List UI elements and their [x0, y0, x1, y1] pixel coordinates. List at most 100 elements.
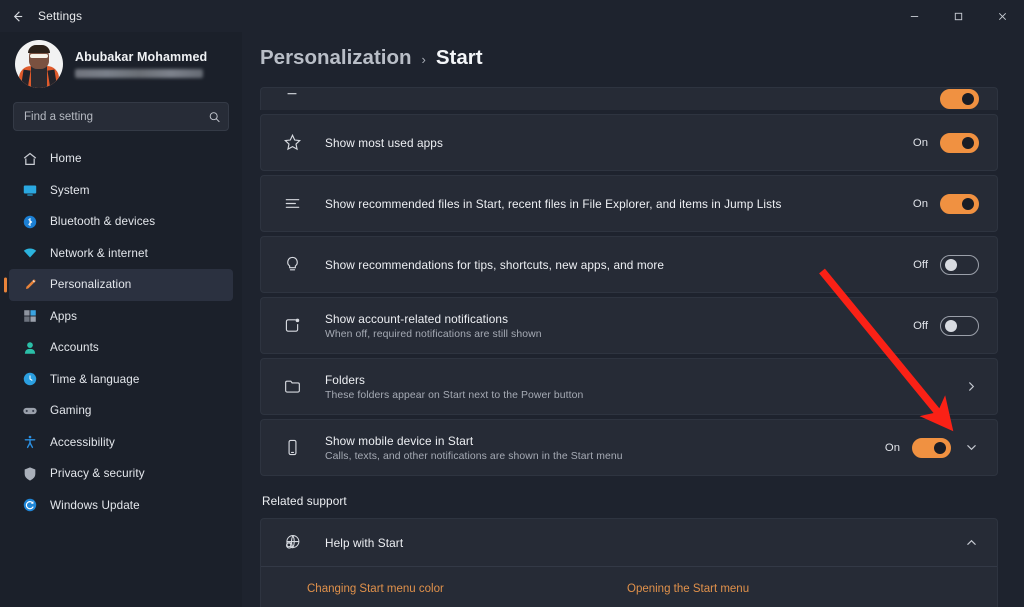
breadcrumb: Personalization › Start [260, 32, 998, 87]
sidebar-item-accounts[interactable]: Accounts [9, 332, 233, 364]
setting-state-label: Off [913, 320, 928, 332]
sidebar-item-time-language[interactable]: Time & language [9, 364, 233, 396]
maximize-button[interactable] [936, 0, 980, 32]
bluetooth-icon [21, 213, 39, 231]
setting-row-show-most-used-apps[interactable]: Show most used apps On [260, 114, 998, 171]
setting-state-label: On [913, 198, 928, 210]
sidebar-item-home[interactable]: Home [9, 143, 233, 175]
sidebar-item-label: Home [50, 152, 82, 165]
back-button[interactable] [0, 0, 34, 32]
setting-row-show-recommended-files[interactable]: Show recommended files in Start, recent … [260, 175, 998, 232]
settings-window: Settings Abubak [0, 0, 1024, 607]
chevron-right-icon [963, 381, 979, 392]
list-icon [281, 193, 303, 215]
window-title: Settings [38, 9, 82, 23]
accessibility-icon [21, 433, 39, 451]
related-support-links: Changing Start menu color Opening the St… [261, 566, 997, 607]
sidebar-item-label: Accessibility [50, 436, 115, 449]
sidebar-item-accessibility[interactable]: Accessibility [9, 427, 233, 459]
phone-icon [281, 437, 303, 459]
setting-state-label: Off [913, 259, 928, 271]
support-link-opening-the-start-menu[interactable]: Opening the Start menu [627, 583, 749, 595]
setting-state-label: On [913, 137, 928, 149]
content-pane: Personalization › Start [242, 32, 1024, 607]
setting-row-folders[interactable]: Folders These folders appear on Start ne… [260, 358, 998, 415]
setting-title: Show mobile device in Start [325, 434, 885, 448]
sidebar-item-apps[interactable]: Apps [9, 301, 233, 333]
setting-toggle[interactable] [940, 316, 979, 336]
notification-icon [281, 315, 303, 337]
time-icon [21, 370, 39, 388]
setting-toggle[interactable] [912, 438, 951, 458]
related-support-label: Related support [262, 494, 998, 508]
setting-state-label: On [885, 442, 900, 454]
settings-list: Show most used apps On Show [260, 87, 998, 607]
chevron-down-icon[interactable] [963, 442, 979, 453]
setting-row-show-recommendations-tips[interactable]: Show recommendations for tips, shortcuts… [260, 236, 998, 293]
sidebar-item-label: Privacy & security [50, 467, 145, 480]
close-button[interactable] [980, 0, 1024, 32]
update-icon [21, 496, 39, 514]
title-bar: Settings [0, 0, 1024, 32]
setting-toggle[interactable] [940, 133, 979, 153]
window-body: Abubakar Mohammed [0, 32, 1024, 607]
account-name: Abubakar Mohammed [75, 50, 207, 64]
sidebar-item-personalization[interactable]: Personalization [9, 269, 233, 301]
setting-toggle[interactable] [940, 255, 979, 275]
partial-row-icon [281, 88, 303, 110]
network-icon [21, 244, 39, 262]
setting-title: Show account-related notifications [325, 312, 913, 326]
setting-title: Folders [325, 373, 963, 387]
sidebar-item-system[interactable]: System [9, 175, 233, 207]
setting-subtitle: When off, required notifications are sti… [325, 329, 913, 340]
sidebar-item-network[interactable]: Network & internet [9, 238, 233, 270]
sidebar-item-label: Bluetooth & devices [50, 215, 155, 228]
sidebar-item-gaming[interactable]: Gaming [9, 395, 233, 427]
sidebar-item-label: Network & internet [50, 247, 148, 260]
star-icon [281, 132, 303, 154]
folder-icon [281, 376, 303, 398]
setting-row-account-notifications[interactable]: Show account-related notifications When … [260, 297, 998, 354]
sidebar-item-privacy-security[interactable]: Privacy & security [9, 458, 233, 490]
search-input[interactable] [13, 102, 229, 131]
sidebar-item-label: Apps [50, 310, 77, 323]
system-icon [21, 181, 39, 199]
setting-title: Show recommendations for tips, shortcuts… [325, 258, 913, 272]
sidebar-item-label: Gaming [50, 404, 92, 417]
avatar [15, 40, 63, 88]
related-support-card: Help with Start Changing Start menu colo… [260, 518, 998, 607]
setting-row-show-mobile-device[interactable]: Show mobile device in Start Calls, texts… [260, 419, 998, 476]
partial-row-toggle[interactable] [940, 89, 979, 109]
sidebar-item-bluetooth[interactable]: Bluetooth & devices [9, 206, 233, 238]
apps-icon [21, 307, 39, 325]
support-link-changing-start-menu-color[interactable]: Changing Start menu color [307, 583, 627, 595]
sidebar: Abubakar Mohammed [0, 32, 242, 607]
help-with-start-title: Help with Start [325, 536, 963, 550]
globe-search-icon [281, 532, 303, 554]
personalization-icon [21, 276, 39, 294]
setting-title: Show recommended files in Start, recent … [325, 197, 913, 211]
help-with-start-header[interactable]: Help with Start [261, 519, 997, 566]
setting-subtitle: These folders appear on Start next to th… [325, 390, 963, 401]
account-email-redacted [75, 69, 203, 78]
sidebar-item-label: Windows Update [50, 499, 140, 512]
accounts-icon [21, 339, 39, 357]
breadcrumb-parent[interactable]: Personalization [260, 46, 412, 70]
account-profile[interactable]: Abubakar Mohammed [9, 32, 233, 100]
setting-toggle[interactable] [940, 194, 979, 214]
sidebar-item-label: Accounts [50, 341, 99, 354]
sidebar-item-label: Personalization [50, 278, 131, 291]
sidebar-item-label: System [50, 184, 90, 197]
page-title: Start [436, 46, 483, 70]
minimize-button[interactable] [892, 0, 936, 32]
sidebar-item-windows-update[interactable]: Windows Update [9, 490, 233, 522]
chevron-up-icon[interactable] [963, 537, 979, 548]
lightbulb-icon [281, 254, 303, 276]
home-icon [21, 150, 39, 168]
gaming-icon [21, 402, 39, 420]
breadcrumb-separator-icon: › [422, 52, 426, 67]
sidebar-item-label: Time & language [50, 373, 139, 386]
setting-title: Show most used apps [325, 136, 913, 150]
sidebar-nav: Home System Bluetooth & devices [9, 143, 233, 521]
partial-row-above[interactable] [260, 87, 998, 110]
